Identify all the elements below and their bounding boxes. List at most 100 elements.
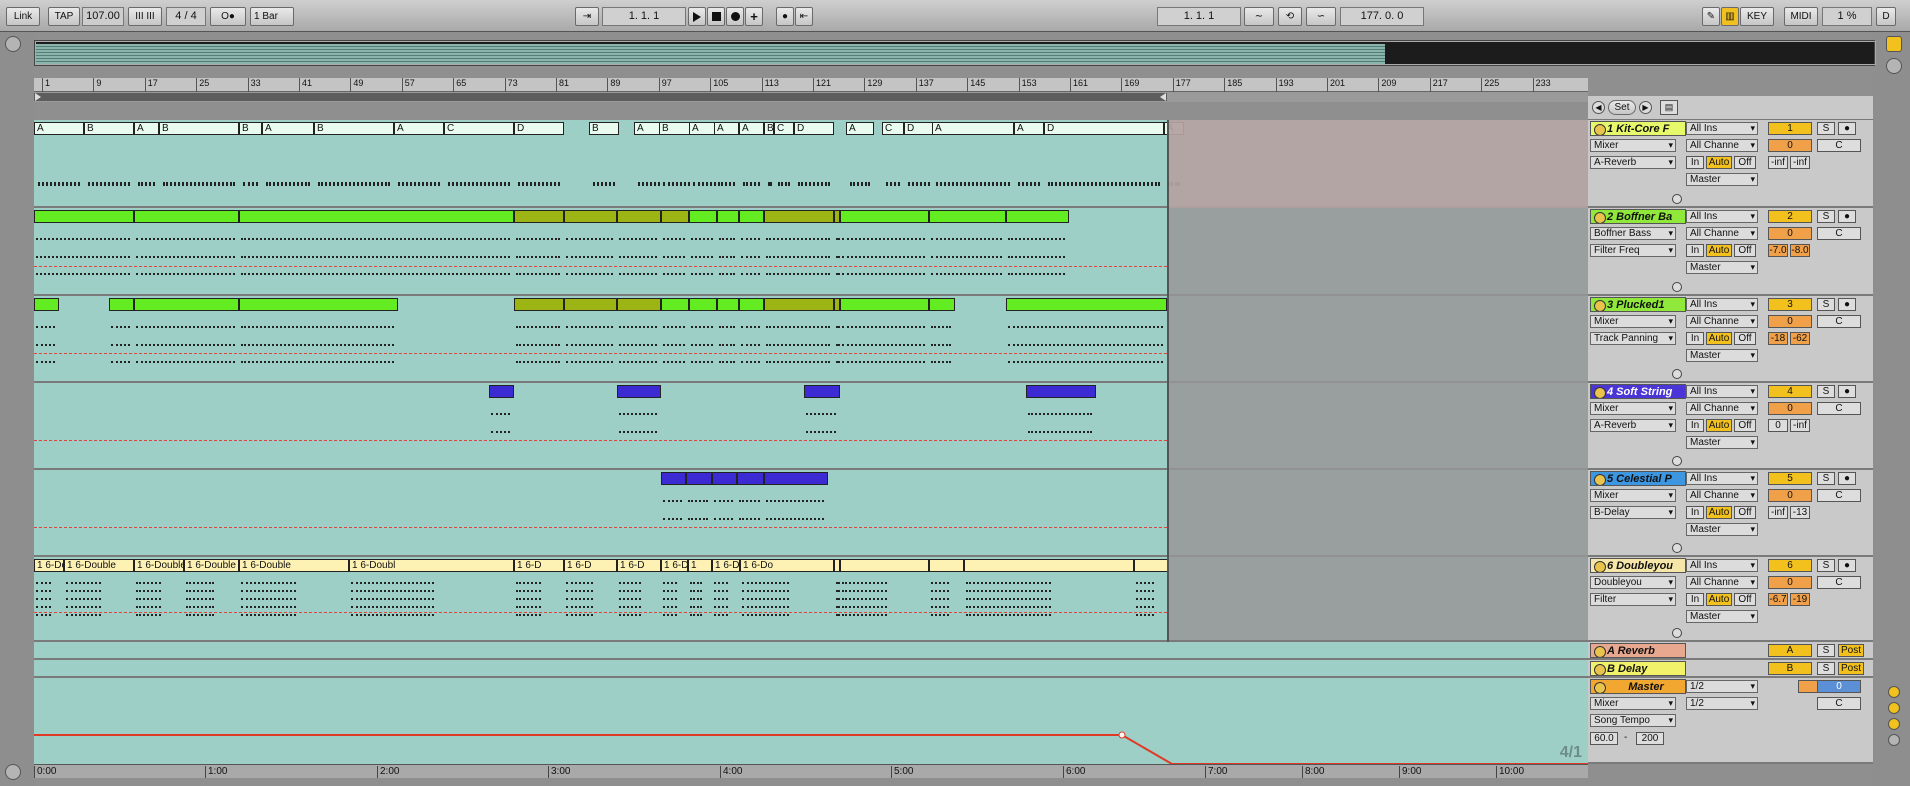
clip[interactable] bbox=[1134, 559, 1169, 572]
monitor-in-button[interactable]: In bbox=[1686, 156, 1704, 169]
track-activator-button[interactable]: 1 bbox=[1768, 122, 1812, 135]
parameter-chooser[interactable]: Filter Freq bbox=[1590, 244, 1676, 257]
clip[interactable] bbox=[689, 210, 717, 223]
clip[interactable] bbox=[717, 298, 739, 311]
output-chooser[interactable]: Master bbox=[1686, 523, 1758, 536]
solo-button[interactable]: S bbox=[1817, 210, 1835, 223]
clip[interactable] bbox=[686, 472, 712, 485]
clip[interactable]: A bbox=[846, 122, 874, 135]
play-button[interactable] bbox=[688, 7, 706, 26]
clip[interactable]: A bbox=[714, 122, 739, 135]
loop-switch-button[interactable]: ⟲ bbox=[1278, 7, 1302, 26]
loop-length-field[interactable]: 177. 0. 0 bbox=[1340, 7, 1424, 26]
return-lane-b[interactable] bbox=[34, 660, 1588, 678]
clip[interactable]: C bbox=[882, 122, 904, 135]
track-activator-button[interactable]: 4 bbox=[1768, 385, 1812, 398]
clip[interactable]: A bbox=[262, 122, 314, 135]
clip[interactable]: A bbox=[739, 122, 764, 135]
send-a-field[interactable]: -7.0 bbox=[1768, 244, 1788, 257]
clip[interactable] bbox=[1006, 210, 1069, 223]
clip[interactable]: 1 6-Doubleyou bbox=[661, 559, 688, 572]
input-type-chooser[interactable]: All Ins bbox=[1686, 385, 1758, 398]
volume-field[interactable]: 0 bbox=[1768, 576, 1812, 589]
clip[interactable] bbox=[564, 210, 617, 223]
clip[interactable] bbox=[514, 298, 564, 311]
return-a-solo-button[interactable]: S bbox=[1817, 644, 1835, 657]
clip[interactable] bbox=[764, 298, 834, 311]
quantize-menu[interactable]: 1 Bar bbox=[250, 7, 294, 26]
input-channel-chooser[interactable]: All Channe bbox=[1686, 139, 1758, 152]
clip[interactable]: 1 6-Double bbox=[64, 559, 134, 572]
clip[interactable]: B bbox=[764, 122, 774, 135]
clip[interactable] bbox=[689, 298, 717, 311]
device-chooser[interactable]: Doubleyou bbox=[1590, 576, 1676, 589]
clip[interactable] bbox=[929, 298, 955, 311]
track-title[interactable]: 3 Plucked1 bbox=[1590, 297, 1686, 312]
clip[interactable] bbox=[1026, 385, 1096, 398]
clip[interactable]: 1 6-Do bbox=[740, 559, 834, 572]
clip[interactable] bbox=[34, 210, 134, 223]
monitor-off-button[interactable]: Off bbox=[1734, 332, 1756, 345]
send-a-field[interactable]: -6.7 bbox=[1768, 593, 1788, 606]
clip[interactable] bbox=[617, 385, 661, 398]
clip[interactable]: B bbox=[589, 122, 619, 135]
track-title[interactable]: 6 Doubleyou bbox=[1590, 558, 1686, 573]
monitor-off-button[interactable]: Off bbox=[1734, 244, 1756, 257]
volume-field[interactable]: 0 bbox=[1768, 315, 1812, 328]
clip[interactable] bbox=[840, 298, 929, 311]
arrangement-view-toggle-icon[interactable] bbox=[1886, 58, 1902, 74]
send-b-field[interactable]: -62 bbox=[1790, 332, 1810, 345]
device-chooser[interactable]: Boffner Bass bbox=[1590, 227, 1676, 240]
tap-button[interactable]: TAP bbox=[48, 7, 80, 26]
master-pan-field[interactable]: C bbox=[1817, 697, 1861, 710]
io-toggle-icon[interactable] bbox=[1888, 686, 1900, 698]
tempo-max-field[interactable]: 200 bbox=[1636, 732, 1664, 745]
solo-button[interactable]: S bbox=[1817, 559, 1835, 572]
clip[interactable] bbox=[617, 210, 661, 223]
previous-locator-icon[interactable]: ◀ bbox=[1592, 101, 1605, 114]
follow-button[interactable]: ⇥ bbox=[575, 7, 599, 26]
clip[interactable]: 1 6-D bbox=[514, 559, 564, 572]
monitor-off-button[interactable]: Off bbox=[1734, 593, 1756, 606]
monitor-in-button[interactable]: In bbox=[1686, 506, 1704, 519]
output-chooser[interactable]: Master bbox=[1686, 436, 1758, 449]
parameter-chooser[interactable]: A-Reverb bbox=[1590, 156, 1676, 169]
tempo-nudge-buttons[interactable]: III III bbox=[128, 7, 162, 26]
clip[interactable] bbox=[964, 559, 1134, 572]
arm-button[interactable]: ● bbox=[1838, 559, 1856, 572]
monitor-off-button[interactable]: Off bbox=[1734, 156, 1756, 169]
output-chooser[interactable]: Master bbox=[1686, 349, 1758, 362]
track-title[interactable]: 2 Boffner Ba bbox=[1590, 209, 1686, 224]
clip[interactable] bbox=[712, 472, 737, 485]
pan-field[interactable]: C bbox=[1817, 139, 1861, 152]
stop-button[interactable] bbox=[707, 7, 725, 26]
beat-time-ruler[interactable]: 1 9 17 25 33 41 49 57 65 73 81 89 97 105 113 121 129 137 1… bbox=[34, 78, 1588, 92]
pan-field[interactable]: C bbox=[1817, 576, 1861, 589]
clip[interactable]: 1 6-Double bbox=[239, 559, 349, 572]
clip[interactable] bbox=[109, 298, 134, 311]
input-channel-chooser[interactable]: All Channe bbox=[1686, 402, 1758, 415]
pan-field[interactable]: C bbox=[1817, 315, 1861, 328]
arm-button[interactable]: ● bbox=[1838, 472, 1856, 485]
master-param-chooser[interactable]: Song Tempo bbox=[1590, 714, 1676, 727]
next-locator-icon[interactable]: ▶ bbox=[1639, 101, 1652, 114]
clip[interactable]: C bbox=[774, 122, 794, 135]
return-lane-a[interactable] bbox=[34, 642, 1588, 660]
loop-brace[interactable] bbox=[34, 93, 1167, 101]
return-a-title[interactable]: A Reverb bbox=[1590, 643, 1686, 658]
send-a-field[interactable]: 0 bbox=[1768, 419, 1788, 432]
clip[interactable] bbox=[514, 210, 564, 223]
help-view-icon[interactable] bbox=[5, 764, 21, 780]
return-b-post-button[interactable]: Post bbox=[1838, 662, 1864, 675]
clip[interactable]: A bbox=[134, 122, 159, 135]
arm-button[interactable]: ● bbox=[1838, 298, 1856, 311]
output-chooser[interactable]: Master bbox=[1686, 610, 1758, 623]
master-lane[interactable]: 4/1 bbox=[34, 678, 1588, 764]
clip[interactable]: A bbox=[932, 122, 1014, 135]
solo-button[interactable]: S bbox=[1817, 385, 1835, 398]
return-b-solo-button[interactable]: S bbox=[1817, 662, 1835, 675]
monitor-in-button[interactable]: In bbox=[1686, 244, 1704, 257]
clip[interactable] bbox=[34, 298, 59, 311]
send-a-field[interactable]: -18 bbox=[1768, 332, 1788, 345]
lane-expand-icon[interactable] bbox=[1672, 543, 1682, 553]
